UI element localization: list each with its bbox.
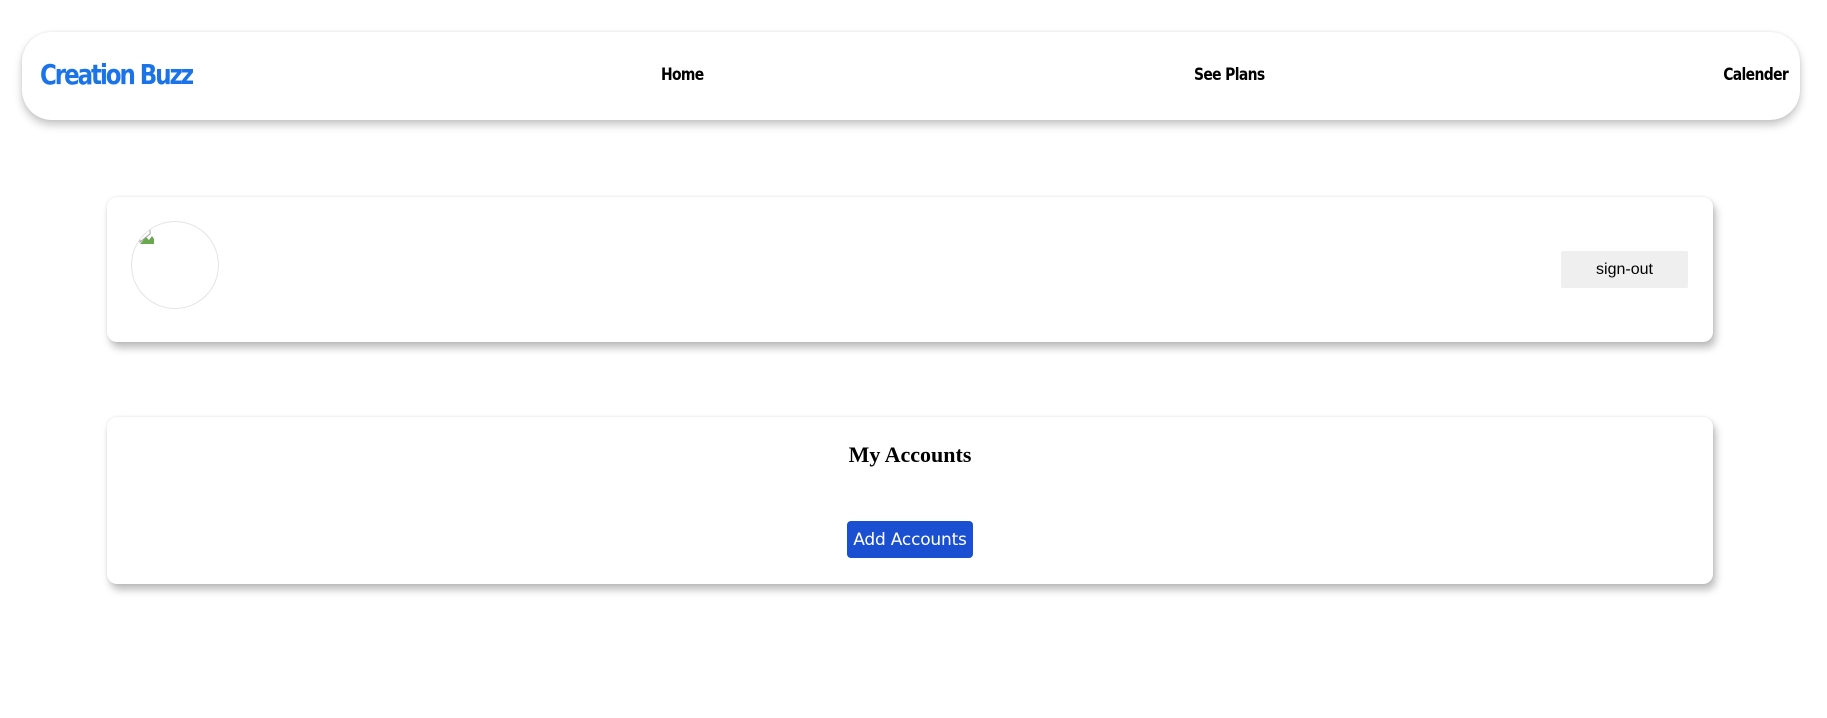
broken-image-icon [139, 229, 154, 244]
my-accounts-heading: My Accounts [848, 442, 972, 467]
brand-logo[interactable]: Creation Buzz [40, 58, 194, 91]
nav-link-home[interactable]: Home [661, 65, 704, 85]
avatar [131, 221, 219, 309]
my-accounts-card: My Accounts Add Accounts [107, 417, 1713, 584]
add-accounts-button[interactable]: Add Accounts [847, 521, 973, 558]
nav-link-see-plans[interactable]: See Plans [1194, 65, 1265, 85]
sign-out-button[interactable]: sign-out [1561, 251, 1688, 288]
nav-link-calender[interactable]: Calender [1723, 65, 1789, 85]
top-navbar: Creation Buzz Home See Plans Calender [22, 32, 1800, 120]
profile-card: sign-out [107, 197, 1713, 342]
